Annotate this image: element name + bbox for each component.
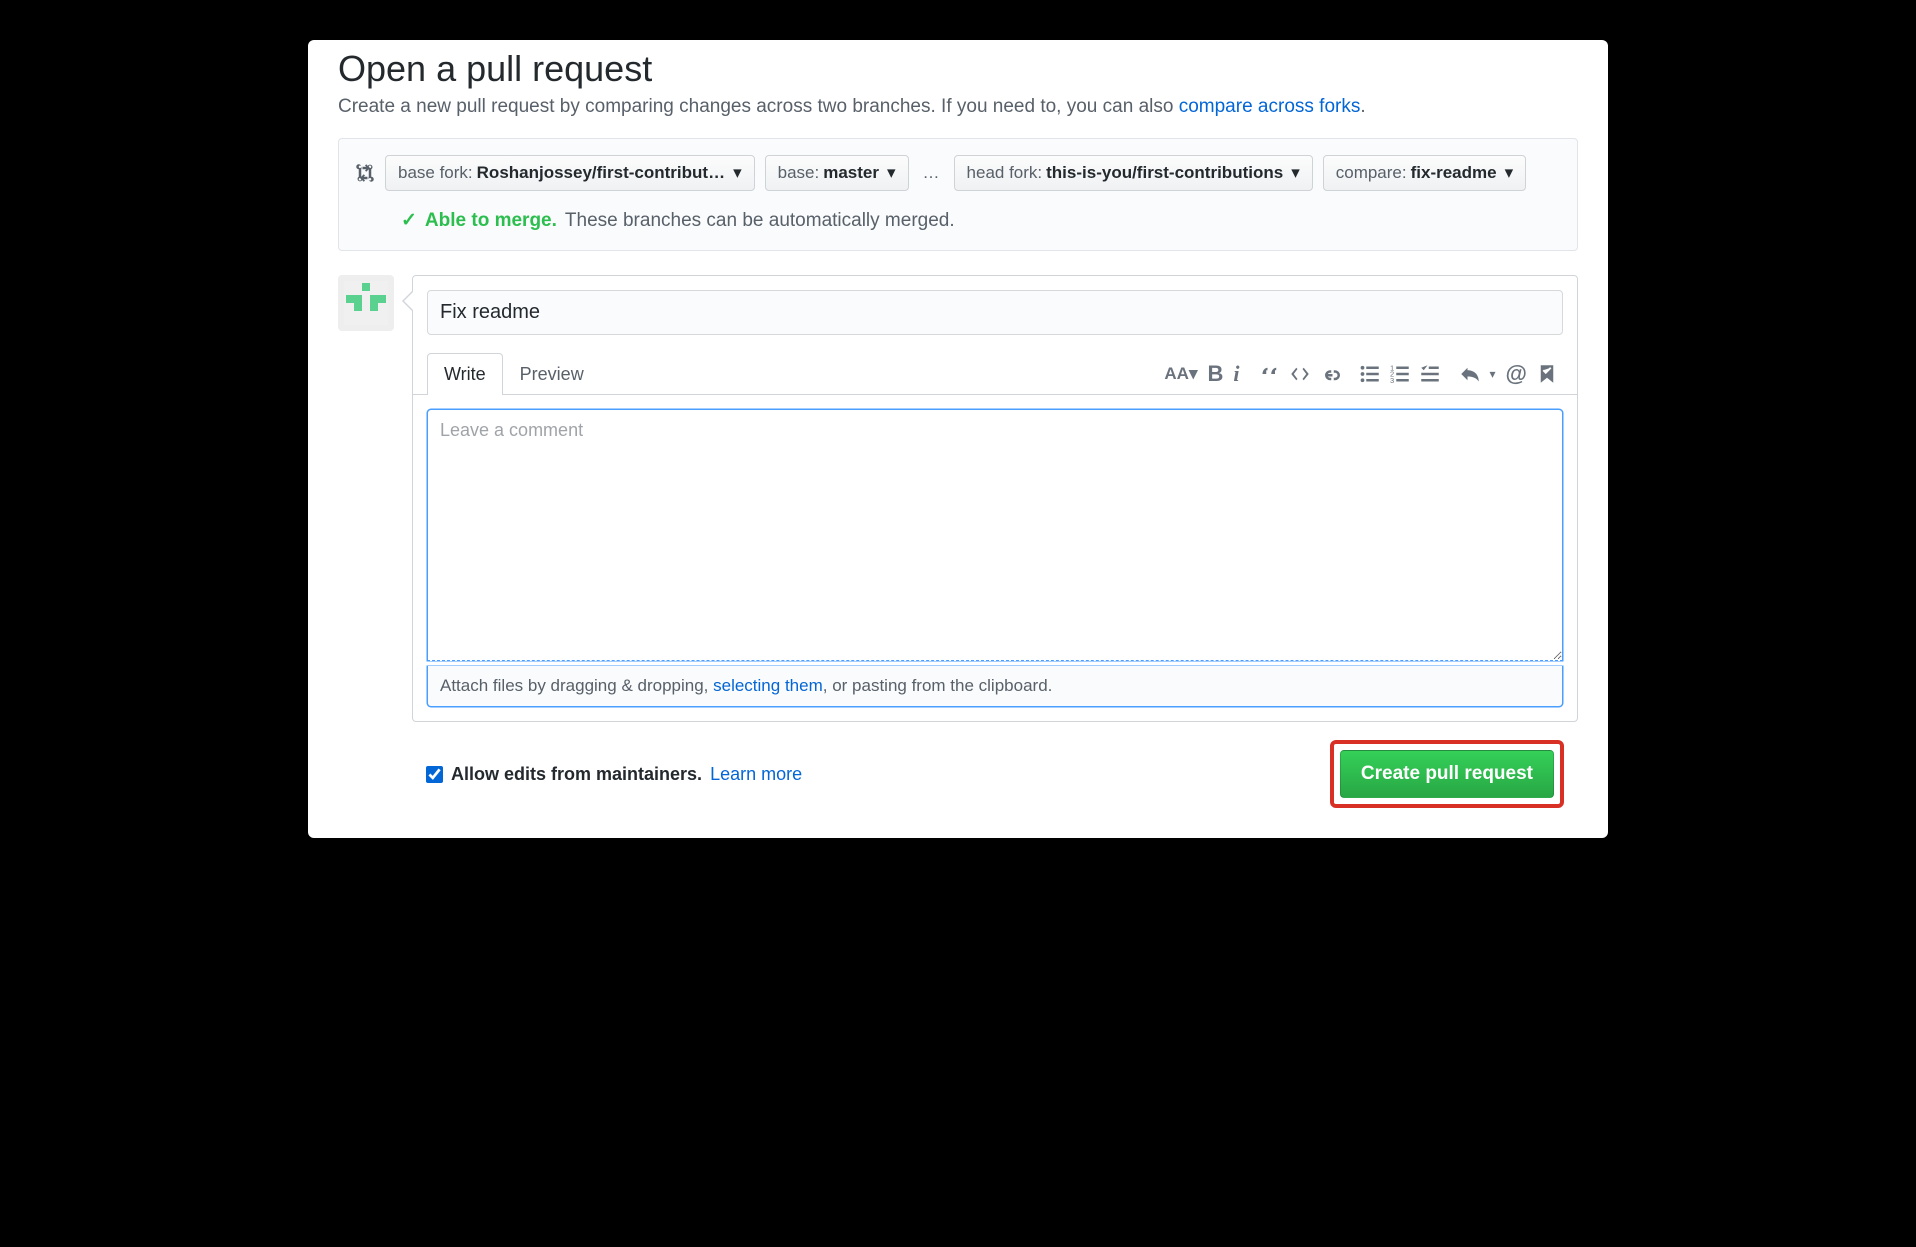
tab-row: Write Preview AA▾ B i <box>413 353 1577 395</box>
compare-forks-link[interactable]: compare across forks <box>1179 96 1361 117</box>
attach-hint[interactable]: Attach files by dragging & dropping, sel… <box>427 666 1563 707</box>
allow-edits-input[interactable] <box>426 766 443 783</box>
base-fork-label: base fork: <box>398 163 473 183</box>
compare-row: base fork: Roshanjossey/first-contribut…… <box>355 155 1561 191</box>
head-fork-selector[interactable]: head fork: this-is-you/first-contributio… <box>954 155 1313 191</box>
pr-body: Write Preview AA▾ B i <box>308 251 1608 808</box>
bold-button[interactable]: B <box>1208 361 1224 387</box>
merge-msg-text: These branches can be automatically merg… <box>565 210 955 232</box>
allow-edits-checkbox[interactable]: Allow edits from maintainers. Learn more <box>426 764 802 785</box>
allow-edits-label: Allow edits from maintainers. <box>451 764 702 785</box>
page-subtitle: Create a new pull request by comparing c… <box>338 96 1578 118</box>
italic-button[interactable]: i <box>1233 361 1239 387</box>
comment-textarea[interactable] <box>427 409 1563 661</box>
tab-write[interactable]: Write <box>427 353 503 395</box>
create-button-highlight: Create pull request <box>1330 740 1564 808</box>
base-fork-value: Roshanjossey/first-contribut… <box>477 163 725 183</box>
tab-preview[interactable]: Preview <box>503 353 601 395</box>
compare-branch-selector[interactable]: compare: fix-readme ▾ <box>1323 155 1526 191</box>
compare-box: base fork: Roshanjossey/first-contribut…… <box>338 138 1578 251</box>
merge-able-text: Able to merge. <box>425 210 557 232</box>
subtitle-text: Create a new pull request by comparing c… <box>338 96 1179 117</box>
textarea-wrap: Attach files by dragging & dropping, sel… <box>413 395 1577 721</box>
git-compare-icon <box>355 161 375 185</box>
reply-icon[interactable] <box>1460 364 1480 384</box>
quote-icon[interactable] <box>1260 364 1280 384</box>
pull-request-window: Open a pull request Create a new pull re… <box>308 40 1608 838</box>
caret-down-icon: ▾ <box>733 163 742 183</box>
bullet-list-icon[interactable] <box>1360 364 1380 384</box>
learn-more-link[interactable]: Learn more <box>710 764 802 785</box>
compare-label: compare: <box>1336 163 1407 183</box>
compare-value: fix-readme <box>1411 163 1497 183</box>
avatar <box>338 275 394 331</box>
caret-down-icon: ▾ <box>1291 163 1300 183</box>
pr-title-input[interactable] <box>427 290 1563 335</box>
caret-down-icon: ▾ <box>1505 163 1514 183</box>
comment-box: Write Preview AA▾ B i <box>412 275 1578 722</box>
selecting-them-link[interactable]: selecting them <box>713 676 823 695</box>
footer-row: Allow edits from maintainers. Learn more… <box>412 722 1578 808</box>
create-pull-request-button[interactable]: Create pull request <box>1340 750 1554 798</box>
numbered-list-icon[interactable]: 123 <box>1390 364 1410 384</box>
svg-text:3: 3 <box>1390 375 1394 383</box>
caret-down-icon: ▾ <box>887 163 896 183</box>
markdown-toolbar: AA▾ B i 123 <box>1164 361 1563 387</box>
code-icon[interactable] <box>1290 364 1310 384</box>
head-fork-value: this-is-you/first-contributions <box>1046 163 1283 183</box>
mention-icon[interactable]: @ <box>1506 361 1527 387</box>
check-icon: ✓ <box>401 209 417 232</box>
ellipsis-separator: … <box>919 163 944 183</box>
attach-post: , or pasting from the clipboard. <box>823 676 1053 695</box>
page-title: Open a pull request <box>338 48 1578 90</box>
text-size-button[interactable]: AA▾ <box>1164 364 1197 384</box>
attach-pre: Attach files by dragging & dropping, <box>440 676 713 695</box>
base-fork-selector[interactable]: base fork: Roshanjossey/first-contribut…… <box>385 155 755 191</box>
comment-container: Write Preview AA▾ B i <box>412 275 1578 808</box>
bookmark-icon[interactable] <box>1537 364 1557 384</box>
base-branch-selector[interactable]: base: master ▾ <box>765 155 909 191</box>
head-fork-label: head fork: <box>967 163 1043 183</box>
link-icon[interactable] <box>1320 364 1340 384</box>
base-value: master <box>823 163 879 183</box>
subtitle-post: . <box>1360 96 1365 117</box>
identicon-icon <box>344 281 388 325</box>
page-header: Open a pull request Create a new pull re… <box>308 48 1608 138</box>
base-label: base: <box>778 163 820 183</box>
task-list-icon[interactable] <box>1420 364 1440 384</box>
merge-status: ✓ Able to merge. These branches can be a… <box>355 209 1561 232</box>
